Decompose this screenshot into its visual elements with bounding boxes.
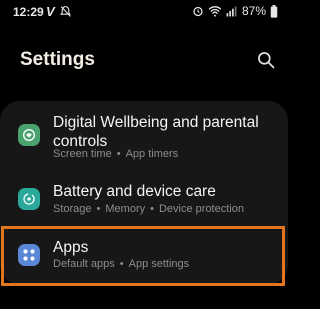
search-icon <box>258 52 275 69</box>
signal-icon <box>226 6 237 16</box>
item-subtitle: Storage • Memory • Device protection <box>53 203 244 215</box>
item-subtitle: Default apps • App settings <box>53 258 190 270</box>
page-title: Settings <box>20 49 95 70</box>
status-bar: 12:29 V 87% <box>0 0 288 26</box>
status-left-icons: V <box>46 4 72 19</box>
alarm-icon <box>193 6 203 17</box>
wifi-icon <box>208 6 222 17</box>
notifications-muted-icon <box>59 6 71 17</box>
status-right-icons: 87% <box>192 4 278 18</box>
battery-icon <box>270 4 278 18</box>
search-button[interactable] <box>256 50 276 70</box>
device-care-icon <box>18 188 40 210</box>
item-title: Apps <box>53 239 89 256</box>
status-time: 12:29 <box>13 5 44 19</box>
item-subtitle: Screen time • App timers <box>53 148 179 160</box>
item-title: Digital Wellbeing and parental controls <box>53 114 259 150</box>
digital-wellbeing-icon <box>18 124 40 146</box>
settings-item-battery-device-care[interactable]: Battery and device care Storage • Memory • D… <box>0 171 288 226</box>
settings-item-apps[interactable]: Apps Default apps • App settings <box>0 226 288 286</box>
carrier-icon: V <box>46 4 55 19</box>
apps-icon <box>18 244 40 266</box>
battery-percentage: 87% <box>241 4 266 18</box>
item-title: Battery and device care <box>53 183 216 200</box>
settings-item-digital-wellbeing[interactable]: Digital Wellbeing and parental controls S… <box>0 101 288 171</box>
